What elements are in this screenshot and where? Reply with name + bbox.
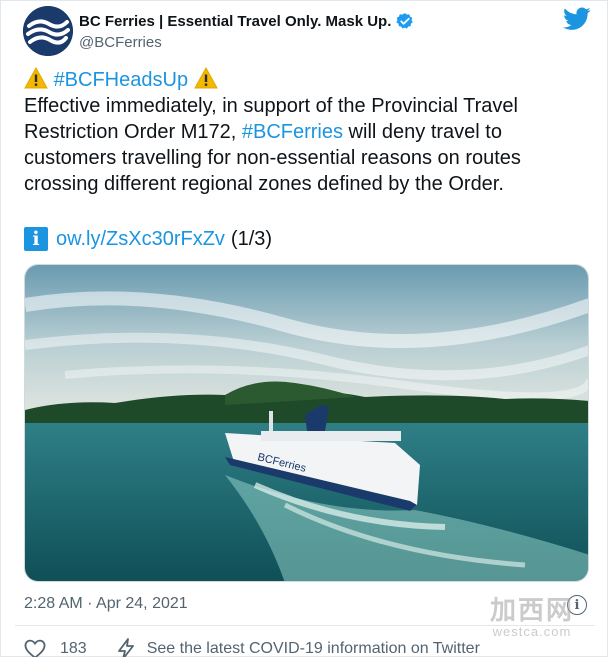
display-name[interactable]: BC Ferries | Essential Travel Only. Mask… <box>79 13 391 30</box>
covid-info-link[interactable]: See the latest COVID-19 information on T… <box>147 640 480 657</box>
tweet-card: BC Ferries | Essential Travel Only. Mask… <box>0 0 608 657</box>
tweet-text-line: customers travelling for non-essential r… <box>24 147 521 169</box>
watermark-text-en: westca.com <box>492 624 572 639</box>
tweet-text-fragment: Restriction Order M172, <box>24 121 242 143</box>
author-handle[interactable]: @BCFerries <box>79 34 162 51</box>
verified-badge-icon <box>396 12 414 30</box>
tweet-text: #BCFHeadsUp Effective immediately, in su… <box>24 67 594 197</box>
divider <box>15 625 595 626</box>
author-name-row[interactable]: BC Ferries | Essential Travel Only. Mask… <box>79 12 414 30</box>
short-link[interactable]: ow.ly/ZsXc30rFxZv <box>56 226 225 252</box>
warning-sign-icon <box>193 67 218 89</box>
info-circle-icon[interactable]: i <box>567 595 587 615</box>
tweet-timestamp[interactable]: 2:28 AM · Apr 24, 2021 <box>24 595 188 613</box>
warning-sign-icon <box>24 67 48 89</box>
ferry-photo[interactable]: BCFerries <box>24 264 589 582</box>
twitter-bird-icon[interactable] <box>563 7 591 31</box>
hashtag-bcferries-link[interactable]: #BCFerries <box>242 121 343 143</box>
information-icon: i <box>24 227 48 251</box>
tweet-text-fragment: will deny travel to <box>343 121 502 143</box>
like-count: 183 <box>60 640 87 657</box>
avatar[interactable] <box>23 6 73 56</box>
tweet-heading-line: #BCFHeadsUp <box>24 67 594 93</box>
tweet-text-line: crossing different regional zones define… <box>24 173 504 195</box>
bc-ferries-wave-logo-icon <box>23 6 73 56</box>
tweet-actions: 183 See the latest COVID-19 information … <box>24 637 480 657</box>
thread-count: (1/3) <box>230 228 273 250</box>
heart-icon[interactable] <box>24 639 46 657</box>
tweet-text-line: Effective immediately, in support of the… <box>24 95 518 117</box>
lightning-bolt-icon <box>117 638 135 657</box>
hashtag-bcfheadsup-link[interactable]: #BCFHeadsUp <box>54 69 189 91</box>
tweet-text-line: Restriction Order M172, #BCFerries will … <box>24 119 594 145</box>
short-link-row: i ow.ly/ZsXc30rFxZv (1/3) <box>24 226 272 252</box>
